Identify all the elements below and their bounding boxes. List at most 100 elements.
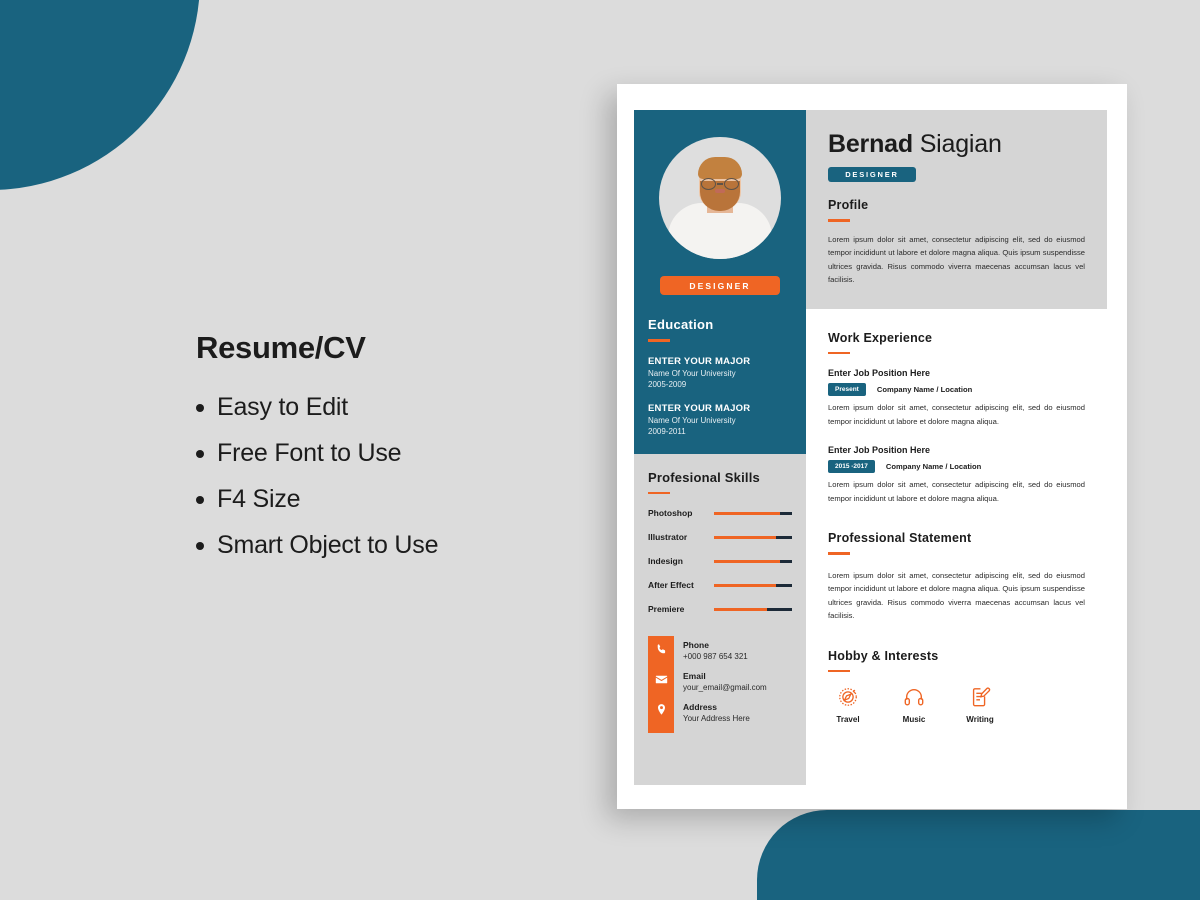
promo-feature-label: F4 Size [217, 485, 301, 513]
bullet-icon [196, 495, 204, 504]
profile-section: Profile Lorem ipsum dolor sit amet, cons… [828, 198, 1085, 287]
hobby-label: Music [902, 715, 926, 725]
contact-label: Phone [683, 640, 709, 650]
promo-feature-list: Easy to Edit Free Font to Use F4 Size Sm… [196, 393, 596, 560]
list-item: F4 Size [196, 485, 596, 514]
skill-row: Premiere [648, 604, 792, 614]
education-major: ENTER YOUR MAJOR [648, 402, 751, 414]
education-university: Name Of Your University [648, 368, 736, 378]
hobby-item: Travel [828, 686, 868, 724]
bullet-icon [196, 403, 204, 412]
job-period-badge: 2015 -2017 [828, 460, 875, 474]
resume-body-block: Work Experience Enter Job Position Here … [806, 309, 1107, 724]
avatar [659, 137, 781, 259]
contact-label: Email [683, 671, 706, 681]
compass-icon [839, 688, 857, 707]
work-entry: Enter Job Position Here Present Company … [828, 368, 1085, 428]
section-rule [828, 669, 850, 673]
contact-icon-bar [648, 636, 674, 733]
section-rule [648, 339, 670, 342]
location-icon [657, 704, 665, 715]
education-section-title: Education [648, 317, 714, 332]
promo-title: Resume/CV [196, 330, 366, 365]
skill-bar-track [714, 607, 792, 611]
work-section-title: Work Experience [828, 330, 933, 345]
skill-label: Photoshop [648, 508, 693, 518]
skill-label: Premiere [648, 604, 685, 614]
hobby-label: Travel [836, 715, 860, 725]
profile-section-title: Profile [828, 198, 869, 212]
background-circle-top-left [0, 0, 200, 190]
statement-text: Lorem ipsum dolor sit amet, consectetur … [828, 570, 1085, 621]
skill-row: Illustrator [648, 532, 792, 542]
skill-bar-track [714, 535, 792, 539]
email-icon [655, 675, 667, 684]
job-description: Lorem ipsum dolor sit amet, consectetur … [828, 480, 1085, 503]
bullet-icon [196, 449, 204, 458]
list-item: Free Font to Use [196, 439, 596, 468]
skills-section-title: Profesional Skills [648, 469, 760, 485]
list-item: Easy to Edit [196, 393, 596, 422]
list-item: Smart Object to Use [196, 531, 596, 560]
hobby-item: Writing [960, 686, 1000, 724]
skill-row: After Effect [648, 580, 792, 590]
skill-bar-fill [714, 583, 777, 587]
sidebar-role-badge: DESIGNER [660, 276, 780, 295]
work-entry: Enter Job Position Here 2015 -2017 Compa… [828, 445, 1085, 505]
job-description: Lorem ipsum dolor sit amet, consectetur … [828, 403, 1085, 426]
skill-bar-fill [714, 535, 777, 539]
contact-label: Address [683, 702, 718, 712]
section-rule [828, 219, 850, 222]
contact-text-list: Phone +000 987 654 321 Email your_email@… [674, 636, 767, 733]
hobby-item: Music [894, 686, 934, 724]
promo-panel: Resume/CV Easy to Edit Free Font to Use … [196, 330, 596, 577]
skill-row: Indesign [648, 556, 792, 566]
skill-bar-track [714, 559, 792, 563]
contact-value: your_email@gmail.com [683, 683, 767, 692]
promo-feature-label: Smart Object to Use [217, 531, 439, 559]
resume-main: Bernad Siagian DESIGNER Profile Lorem ip… [806, 110, 1107, 785]
contact-value: +000 987 654 321 [683, 652, 748, 661]
sidebar-teal-section: DESIGNER Education ENTER YOUR MAJOR Name… [634, 110, 806, 454]
section-rule [828, 351, 850, 355]
contact-block: Phone +000 987 654 321 Email your_email@… [648, 636, 792, 733]
status-badge: DESIGNER [828, 167, 916, 182]
promo-feature-label: Easy to Edit [217, 393, 348, 421]
page-title: Bernad Siagian [828, 130, 1085, 159]
job-company: Company Name / Location [885, 462, 982, 472]
job-meta: Present Company Name / Location [828, 383, 1085, 397]
skill-bar-fill [714, 559, 781, 563]
job-company: Company Name / Location [876, 385, 973, 395]
profile-text: Lorem ipsum dolor sit amet, consectetur … [828, 234, 1085, 285]
skill-bar-fill [714, 607, 768, 611]
headphones-icon [904, 689, 924, 706]
section-rule [828, 552, 850, 555]
education-years: 2005-2009 [648, 379, 687, 389]
contact-item: Phone +000 987 654 321 [683, 640, 767, 661]
hobby-list: Travel Music Writing [828, 686, 1085, 724]
resume-header-block: Bernad Siagian DESIGNER Profile Lorem ip… [806, 110, 1107, 309]
education-entry: ENTER YOUR MAJOR Name Of Your University… [648, 403, 792, 436]
statement-section-title: Professional Statement [828, 531, 972, 546]
education-university: Name Of Your University [648, 415, 736, 425]
hobby-section: Hobby & Interests Travel Music Writing [828, 648, 1085, 724]
job-meta: 2015 -2017 Company Name / Location [828, 460, 1085, 474]
section-rule [648, 491, 670, 494]
background-shape-bottom-right [757, 810, 1200, 900]
contact-item: Address Your Address Here [683, 702, 767, 723]
education-entry: ENTER YOUR MAJOR Name Of Your University… [648, 356, 792, 389]
sidebar-grey-section: Profesional Skills Photoshop Illustrator… [634, 454, 806, 733]
phone-icon [657, 644, 665, 654]
hobby-section-title: Hobby & Interests [828, 648, 939, 663]
job-position: Enter Job Position Here [828, 368, 931, 379]
contact-value: Your Address Here [683, 714, 750, 723]
resume-sidebar: DESIGNER Education ENTER YOUR MAJOR Name… [634, 110, 806, 785]
last-name: Siagian [919, 130, 1002, 158]
promo-feature-label: Free Font to Use [217, 439, 402, 467]
skill-bar-fill [714, 511, 781, 515]
statement-section: Professional Statement Lorem ipsum dolor… [828, 531, 1085, 623]
first-name: Bernad [828, 130, 913, 158]
resume-page: DESIGNER Education ENTER YOUR MAJOR Name… [617, 84, 1127, 809]
bullet-icon [196, 541, 204, 550]
education-years: 2009-2011 [648, 426, 686, 436]
